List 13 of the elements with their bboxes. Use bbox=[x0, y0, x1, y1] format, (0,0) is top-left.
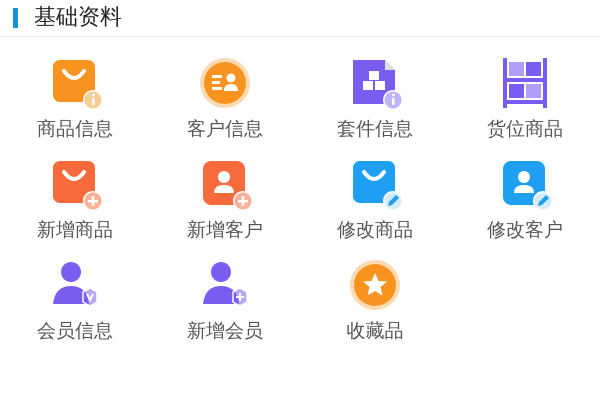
menu-label[interactable]: 修改客户 bbox=[487, 218, 563, 242]
section-title: 基础资料 bbox=[34, 7, 122, 29]
menu-label[interactable]: 商品信息 bbox=[37, 118, 113, 141]
menu-label[interactable]: 新增会员 bbox=[187, 320, 263, 342]
menu-label[interactable]: 套件信息 bbox=[337, 118, 413, 141]
menu-label[interactable]: 新增商品 bbox=[37, 218, 113, 242]
menu-label[interactable]: 货位商品 bbox=[487, 118, 563, 141]
menu-label[interactable]: 收藏品 bbox=[346, 320, 404, 342]
menu-label[interactable]: 新增客户 bbox=[187, 218, 263, 242]
menu-label[interactable]: 客户信息 bbox=[187, 118, 263, 141]
accent-bar bbox=[13, 8, 18, 28]
menu-label[interactable]: 会员信息 bbox=[37, 320, 113, 342]
menu-label[interactable]: 修改商品 bbox=[337, 218, 413, 242]
